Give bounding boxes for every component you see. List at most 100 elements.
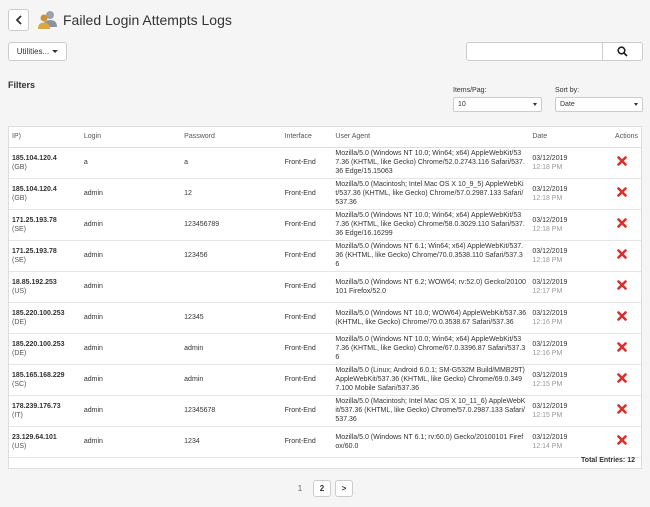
date-cell: 03/12/2019 12:15 PM — [532, 364, 603, 396]
date-cell: 03/12/2019 12:15 PM — [532, 395, 603, 427]
ip-address: 185.220.100.253 — [12, 340, 65, 348]
user-agent-text: Mozilla/5.0 (Macintosh; Intel Mac OS X 1… — [335, 181, 524, 206]
delete-icon[interactable] — [616, 187, 627, 197]
date-cell: 03/12/2019 12:16 PM — [532, 333, 603, 365]
password-cell — [184, 271, 285, 303]
password-cell: 12 — [184, 178, 285, 210]
ip-cell: 23.129.64.101 (US) — [9, 426, 84, 458]
actions-cell — [602, 209, 641, 241]
user-agent-text: Mozilla/5.0 (Windows NT 10.0; WOW64) App… — [335, 309, 527, 326]
search-icon — [617, 46, 628, 57]
page-2-current[interactable]: 2 — [313, 480, 331, 497]
delete-icon[interactable] — [616, 249, 627, 259]
actions-cell — [602, 178, 641, 210]
back-button[interactable] — [8, 9, 29, 31]
user-agent-text: Mozilla/5.0 (Windows NT 10.0; Win64; x64… — [335, 150, 525, 175]
delete-icon[interactable] — [616, 404, 627, 414]
sort-by-value: Date — [560, 101, 575, 108]
page-1-link[interactable]: 1 — [291, 480, 309, 497]
date-cell: 03/12/2019 12:16 PM — [532, 302, 603, 334]
user-agent-text: Mozilla/5.0 (Windows NT 6.2; WOW64; rv:5… — [335, 278, 526, 295]
time-text: 12:15 PM — [532, 380, 563, 388]
time-text: 12:17 PM — [532, 287, 563, 295]
country-code: (IT) — [12, 411, 23, 419]
delete-icon[interactable] — [616, 280, 627, 290]
interface-cell: Front-End — [284, 333, 336, 365]
column-header-date[interactable]: Date — [532, 127, 603, 148]
login-cell: admin — [83, 333, 185, 365]
login-cell: admin — [83, 426, 185, 458]
actions-cell — [602, 302, 641, 334]
ip-cell: 18.85.192.253 (US) — [9, 271, 84, 303]
user-agent-text: Mozilla/5.0 (Windows NT 6.1; rv:60.0) Ge… — [335, 433, 524, 450]
interface-cell: Front-End — [284, 178, 336, 210]
country-code: (US) — [12, 287, 27, 295]
password-cell: admin — [184, 364, 285, 396]
ip-cell: 185.104.120.4 (GB) — [9, 178, 84, 210]
country-code: (DE) — [12, 318, 27, 326]
table-row: 23.129.64.101 (US) admin 1234 Front-End Mozil… — [9, 426, 641, 458]
actions-cell — [602, 240, 641, 272]
time-text: 12:18 PM — [532, 225, 563, 233]
ip-cell: 185.165.168.229 (SC) — [9, 364, 84, 396]
password-cell: 1234 — [184, 426, 285, 458]
interface-cell: Front-End — [284, 147, 336, 179]
login-cell: a — [83, 147, 185, 179]
delete-icon[interactable] — [616, 342, 627, 352]
ip-address: 185.104.120.4 — [12, 154, 57, 162]
delete-icon[interactable] — [616, 435, 627, 445]
login-cell: admin — [83, 395, 185, 427]
delete-icon[interactable] — [616, 311, 627, 321]
date-cell: 03/12/2019 12:18 PM — [532, 147, 603, 179]
ip-cell: 185.220.100.253 (DE) — [9, 333, 84, 365]
table-row: 171.25.193.78 (SE) admin 123456 Front-End Moz… — [9, 240, 641, 272]
country-code: (SE) — [12, 225, 26, 233]
delete-icon[interactable] — [616, 218, 627, 228]
actions-cell — [602, 364, 641, 396]
time-text: 12:18 PM — [532, 256, 563, 264]
login-cell: admin — [83, 271, 185, 303]
login-cell: admin — [83, 178, 185, 210]
user-agent-cell: Mozilla/5.0 (Windows NT 10.0; WOW64) App… — [335, 302, 533, 334]
column-header-password[interactable]: Password — [184, 127, 285, 148]
ip-address: 18.85.192.253 — [12, 278, 57, 286]
interface-cell: Front-End — [284, 395, 336, 427]
country-code: (SC) — [12, 380, 27, 388]
actions-cell — [602, 271, 641, 303]
date-text: 03/12/2019 — [532, 371, 568, 379]
interface-cell: Front-End — [284, 271, 336, 303]
chevron-left-icon — [15, 15, 22, 25]
column-header-user-agent[interactable]: User Agent — [335, 127, 533, 148]
search-bar — [466, 42, 643, 61]
next-page-button[interactable]: > — [335, 480, 353, 497]
interface-cell: Front-End — [284, 240, 336, 272]
utilities-dropdown-button[interactable]: Utilities... — [8, 42, 67, 61]
table-row: 171.25.193.78 (SE) admin 123456789 Front-End… — [9, 209, 641, 241]
password-cell: 123456789 — [184, 209, 285, 241]
login-cell: admin — [83, 302, 185, 334]
sort-by-select[interactable]: Date — [555, 97, 643, 112]
interface-cell: Front-End — [284, 302, 336, 334]
user-agent-cell: Mozilla/5.0 (Windows NT 10.0; Win64; x64… — [335, 147, 533, 179]
user-agent-text: Mozilla/5.0 (Windows NT 10.0; Win64; x64… — [335, 212, 525, 237]
country-code: (GB) — [12, 163, 27, 171]
ip-address: 23.129.64.101 — [12, 433, 57, 441]
time-text: 12:15 PM — [532, 411, 563, 419]
search-input[interactable] — [466, 42, 603, 61]
delete-icon[interactable] — [616, 156, 627, 166]
ip-cell: 171.25.193.78 (SE) — [9, 209, 84, 241]
country-code: (GB) — [12, 194, 27, 202]
search-button[interactable] — [603, 42, 643, 61]
country-code: (DE) — [12, 349, 27, 357]
column-header-ip[interactable]: IP) — [9, 127, 84, 148]
interface-cell: Front-End — [284, 209, 336, 241]
user-agent-text: Mozilla/5.0 (Windows NT 6.1; Win64; x64)… — [335, 243, 524, 268]
total-entries: Total Entries: 12 — [581, 457, 635, 464]
items-per-page-select[interactable]: 10 — [453, 97, 542, 112]
password-cell: 12345 — [184, 302, 285, 334]
delete-icon[interactable] — [616, 373, 627, 383]
column-header-login[interactable]: Login — [83, 127, 185, 148]
password-cell: admin — [184, 333, 285, 365]
column-header-interface[interactable]: Interface — [284, 127, 336, 148]
user-agent-cell: Mozilla/5.0 (Windows NT 6.2; WOW64; rv:5… — [335, 271, 533, 303]
